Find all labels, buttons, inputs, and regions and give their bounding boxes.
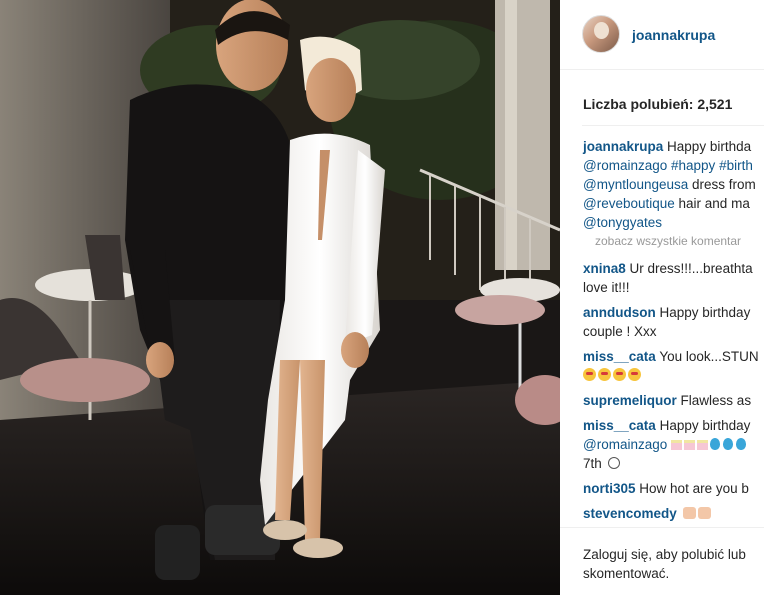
comments-list: xnina8 Ur dress!!!...breathta love it!!!… bbox=[583, 259, 764, 529]
caption-text-1: Happy birthda bbox=[667, 139, 752, 154]
comment-item: anndudson Happy birthday couple ! Xxx bbox=[583, 303, 764, 341]
likes-count: Liczba polubień: 2,521 bbox=[583, 96, 733, 112]
comment-item: miss__cata Happy birthday @romainzago 7t… bbox=[583, 416, 764, 473]
caption-line-5: @tonygyates bbox=[583, 213, 764, 232]
cake-emoji-icon bbox=[684, 440, 696, 450]
comment-user-link[interactable]: norti305 bbox=[583, 481, 636, 496]
caption-line-3: @myntloungeusa dress from bbox=[583, 175, 764, 194]
comment-user-link[interactable]: supremeliquor bbox=[583, 393, 677, 408]
party-photo bbox=[0, 0, 560, 595]
comment-text-cont: love it!!! bbox=[583, 280, 630, 295]
hands-emoji-icon bbox=[682, 507, 696, 519]
login-prompt: Zaloguj się, aby polubić lub skomentować… bbox=[560, 527, 764, 595]
comment-item: xnina8 Ur dress!!!...breathta love it!!! bbox=[583, 259, 764, 297]
comment-text: Flawless as bbox=[680, 393, 752, 408]
likes-divider bbox=[582, 125, 764, 126]
comment-item: miss__cata You look...STUN bbox=[583, 347, 764, 385]
emoji-row bbox=[583, 366, 764, 385]
grin-emoji-icon bbox=[607, 457, 620, 469]
heart-eyes-emoji-icon bbox=[598, 368, 611, 381]
mention-tonygyates[interactable]: @tonygyates bbox=[583, 215, 662, 230]
comment-user-link[interactable]: miss__cata bbox=[583, 349, 656, 364]
mention-romainzago[interactable]: @romainzago bbox=[583, 158, 667, 173]
post-photo[interactable] bbox=[0, 0, 560, 595]
comment-text: Happy birthday bbox=[659, 418, 751, 433]
post-header: joannakrupa bbox=[560, 0, 764, 70]
comment-text: How hot are you b bbox=[639, 481, 749, 496]
comment-text: You look...STUN bbox=[659, 349, 759, 364]
comment-item: stevencomedy bbox=[583, 504, 764, 523]
view-all-comments-link[interactable]: zobacz wszystkie komentar bbox=[595, 234, 741, 248]
comment-user-link[interactable]: miss__cata bbox=[583, 418, 656, 433]
caption-line-2: @romainzago #happy #birth bbox=[583, 156, 764, 175]
balloon-emoji-icon bbox=[723, 438, 734, 450]
balloon-emoji-icon bbox=[710, 438, 721, 450]
caption-line-4: @reveboutique hair and ma bbox=[583, 194, 764, 213]
cake-emoji-icon bbox=[697, 440, 709, 450]
mention-romainzago[interactable]: @romainzago bbox=[583, 437, 667, 452]
comment-text: Happy birthday bbox=[659, 305, 751, 320]
mention-reveboutique[interactable]: @reveboutique bbox=[583, 196, 675, 211]
author-avatar[interactable] bbox=[582, 15, 620, 53]
cake-emoji-icon bbox=[671, 440, 683, 450]
caption-line-1: joannakrupa Happy birthda bbox=[583, 137, 764, 156]
login-text: Zaloguj się, aby polubić lub skomentować… bbox=[583, 545, 763, 583]
comment-item: norti305 How hot are you b bbox=[583, 479, 764, 498]
comment-item: supremeliquor Flawless as bbox=[583, 391, 764, 410]
comment-text-cont: 7th bbox=[583, 456, 602, 471]
hashtag-happy[interactable]: #happy bbox=[671, 158, 715, 173]
heart-eyes-emoji-icon bbox=[583, 368, 596, 381]
hashtag-birth[interactable]: #birth bbox=[719, 158, 753, 173]
caption-text-4: hair and ma bbox=[678, 196, 750, 211]
comment-user-link[interactable]: stevencomedy bbox=[583, 506, 677, 521]
heart-eyes-emoji-icon bbox=[613, 368, 626, 381]
balloon-emoji-icon bbox=[736, 438, 747, 450]
login-link[interactable]: Zaloguj się bbox=[583, 547, 648, 562]
login-text-part: , aby polubić lub bbox=[648, 547, 746, 562]
comment-user-link[interactable]: anndudson bbox=[583, 305, 656, 320]
comment-text-cont: couple ! Xxx bbox=[583, 324, 657, 339]
caption-text-3: dress from bbox=[692, 177, 756, 192]
caption-author-link[interactable]: joannakrupa bbox=[583, 139, 663, 154]
post-caption: joannakrupa Happy birthda @romainzago #h… bbox=[583, 137, 764, 232]
login-text-part-2: skomentować. bbox=[583, 566, 670, 581]
hands-emoji-icon bbox=[697, 507, 711, 519]
heart-eyes-emoji-icon bbox=[628, 368, 641, 381]
mention-myntloungeusa[interactable]: @myntloungeusa bbox=[583, 177, 688, 192]
post-side-panel: joannakrupa Liczba polubień: 2,521 joann… bbox=[560, 0, 764, 595]
author-username-link[interactable]: joannakrupa bbox=[632, 27, 715, 43]
comment-user-link[interactable]: xnina8 bbox=[583, 261, 626, 276]
comment-text: Ur dress!!!...breathta bbox=[629, 261, 753, 276]
